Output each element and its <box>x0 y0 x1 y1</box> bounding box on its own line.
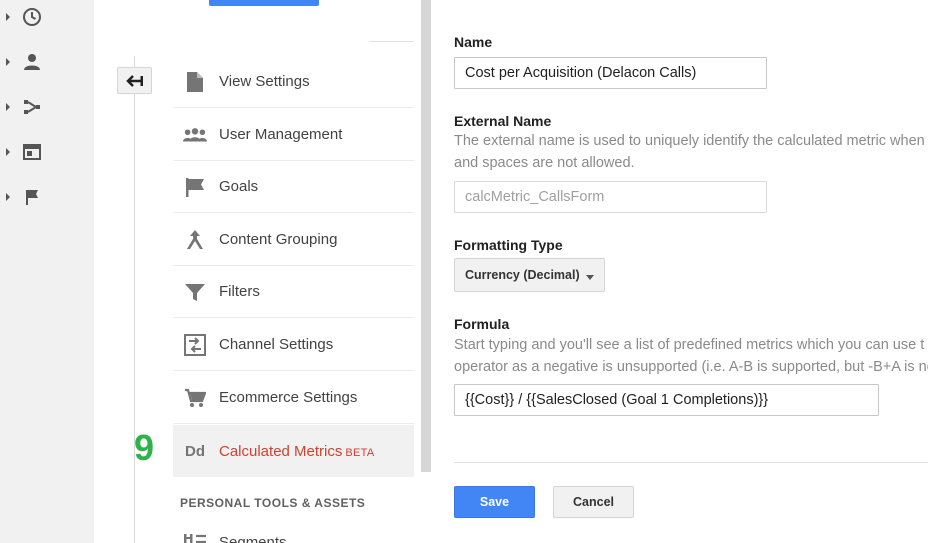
caret-right-icon <box>6 13 10 21</box>
external-name-help-1: The external name is used to uniquely id… <box>454 133 925 149</box>
formula-input[interactable] <box>454 384 879 416</box>
nav-item-calculated-metrics[interactable]: Dd Calculated Metrics BETA <box>173 425 414 477</box>
dd-icon-text: Dd <box>185 442 205 460</box>
back-button[interactable] <box>117 67 152 94</box>
formula-help-1: Start typing and you'll see a list of pr… <box>454 337 925 353</box>
calculated-metrics-label: Calculated Metrics <box>219 442 343 460</box>
nav-item-label: Channel Settings <box>219 336 334 353</box>
external-name-label: External Name <box>454 113 552 129</box>
nav-item-filters[interactable]: Filters <box>173 266 414 318</box>
save-button[interactable]: Save <box>454 486 535 518</box>
back-arrow-icon <box>125 74 143 87</box>
rail-item-realtime[interactable] <box>0 2 60 32</box>
flag-icon <box>22 187 42 207</box>
top-action-button[interactable] <box>209 0 319 6</box>
name-input[interactable] <box>454 57 767 89</box>
nav-item-channel-settings[interactable]: Channel Settings <box>173 319 414 371</box>
view-admin-nav: View Settings User Management Goals Cont… <box>94 0 421 543</box>
app-root: View Settings User Management Goals Cont… <box>0 0 928 543</box>
channel-settings-icon <box>183 333 207 357</box>
form-divider <box>454 462 928 463</box>
formula-label: Formula <box>454 316 510 332</box>
nav-item-label: View Settings <box>219 73 310 90</box>
left-rail <box>0 0 94 543</box>
formatting-type-value: Currency (Decimal) <box>465 268 580 282</box>
person-icon <box>22 52 42 72</box>
content-grouping-icon <box>183 228 207 252</box>
chevron-down-icon <box>586 275 594 280</box>
segments-icon <box>183 530 207 543</box>
nav-item-label: Segments <box>219 533 287 543</box>
nav-item-label: Filters <box>219 283 260 300</box>
nav-item-view-settings[interactable]: View Settings <box>173 56 414 108</box>
caret-right-icon <box>6 148 10 156</box>
nav-item-segments[interactable]: Segments <box>173 516 414 543</box>
nav-divider <box>369 41 414 42</box>
formatting-type-select[interactable]: Currency (Decimal) <box>454 258 605 292</box>
dd-icon: Dd <box>183 439 207 463</box>
users-icon <box>183 123 207 147</box>
formatting-type-label: Formatting Type <box>454 237 563 253</box>
nav-item-label: Content Grouping <box>219 231 338 248</box>
name-label: Name <box>454 34 493 50</box>
nav-item-goals[interactable]: Goals <box>173 161 414 213</box>
panel-scrollbar[interactable] <box>421 0 431 472</box>
caret-right-icon <box>6 193 10 201</box>
rail-item-audience[interactable] <box>0 47 60 77</box>
caret-right-icon <box>6 103 10 111</box>
clock-icon <box>22 7 42 27</box>
behavior-icon <box>22 142 42 162</box>
nav-item-label: User Management <box>219 126 343 143</box>
nav-item-user-management[interactable]: User Management <box>173 109 414 161</box>
rail-item-behavior[interactable] <box>0 137 60 167</box>
nav-item-content-grouping[interactable]: Content Grouping <box>173 214 414 266</box>
flag-icon <box>183 175 207 199</box>
filter-icon <box>183 280 207 304</box>
formula-help-2: operator as a negative is unsupported (i… <box>454 359 928 375</box>
external-name-input <box>454 181 767 213</box>
cancel-button[interactable]: Cancel <box>553 486 634 518</box>
section-heading: PERSONAL TOOLS & ASSETS <box>180 496 366 510</box>
document-icon <box>183 70 207 94</box>
external-name-help-2: and spaces are not allowed. <box>454 155 635 171</box>
rail-item-acquisition[interactable] <box>0 92 60 122</box>
nav-item-label: Goals <box>219 178 259 195</box>
nav-item-label: Calculated Metrics BETA <box>219 443 375 460</box>
caret-right-icon <box>6 58 10 66</box>
cart-icon <box>183 386 207 410</box>
beta-badge: BETA <box>345 446 375 459</box>
calculated-metric-form: Name External Name The external name is … <box>431 0 928 543</box>
acquisition-icon <box>22 97 42 117</box>
nav-item-label: Ecommerce Settings <box>219 389 358 406</box>
nav-item-ecommerce-settings[interactable]: Ecommerce Settings <box>173 372 414 424</box>
nav-tree-line <box>134 56 135 543</box>
rail-item-conversions[interactable] <box>0 182 60 212</box>
step-number-annotation: 9 <box>134 427 155 468</box>
